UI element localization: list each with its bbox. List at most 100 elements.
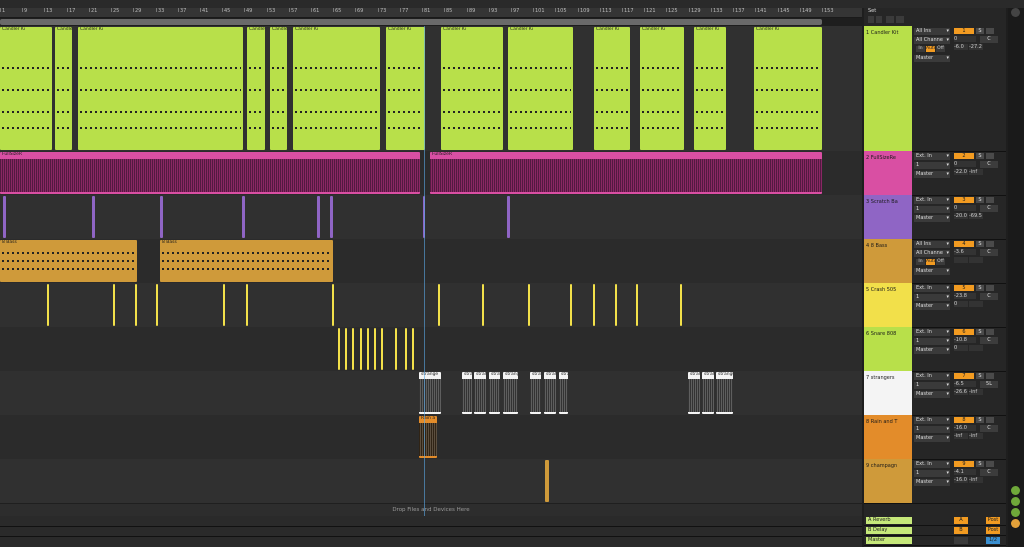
volume-secondary[interactable]: -16.0: [954, 477, 968, 483]
track-lane-2[interactable]: FullSizeR FullSizeR: [0, 151, 862, 196]
track-header-5[interactable]: 5 Crash 505 Ext. In 1 Master 5S-23.8 C 0: [864, 283, 1006, 328]
timeline-ruler[interactable]: 1 9 13 17 21 25 29 33 37 41 45 49 53 57 61 65 69 73 77 81 85…: [0, 8, 862, 18]
set-button-3[interactable]: [886, 16, 894, 23]
clip[interactable]: Candler Ki: [694, 27, 726, 150]
clip[interactable]: FullSizeR: [430, 152, 822, 194]
output-select[interactable]: Master: [914, 215, 950, 222]
clip[interactable]: [360, 328, 362, 370]
volume-value[interactable]: 0: [954, 205, 976, 211]
input-type-select[interactable]: Ext. In: [914, 153, 950, 160]
clip[interactable]: 8 Bass: [0, 240, 137, 282]
toggle-icon-1[interactable]: [1011, 486, 1020, 495]
clip[interactable]: [47, 284, 49, 326]
volume-secondary[interactable]: -22.0: [954, 169, 968, 175]
clip[interactable]: strange: [559, 372, 568, 414]
track-name-box[interactable]: 4 8 Bass: [864, 239, 912, 283]
track-name-box[interactable]: 9 champagn: [864, 459, 912, 503]
clip[interactable]: [680, 284, 682, 326]
arm-button[interactable]: [986, 329, 994, 335]
arm-button[interactable]: [986, 241, 994, 247]
clip[interactable]: Candler Ki: [293, 27, 380, 150]
return-post-button[interactable]: Post: [986, 517, 1000, 524]
clip[interactable]: Candler Ki: [594, 27, 630, 150]
track-activator[interactable]: 5: [954, 285, 974, 291]
clip[interactable]: Rain a: [419, 416, 437, 458]
solo-button[interactable]: S: [976, 417, 984, 423]
pan-knob[interactable]: 5L: [980, 381, 998, 388]
track-lane-7[interactable]: strange strange strange strange strange stran…: [0, 371, 862, 416]
track-name-box[interactable]: 1 Candler Kit: [864, 26, 912, 151]
input-channel-select[interactable]: 1: [914, 294, 950, 301]
arm-button[interactable]: [986, 461, 994, 467]
clip[interactable]: [374, 328, 376, 370]
clip[interactable]: [330, 196, 333, 238]
clip[interactable]: Candler Ki: [640, 27, 684, 150]
track-activator[interactable]: 8: [954, 417, 974, 423]
clip[interactable]: Candler Ki: [754, 27, 822, 150]
input-type-select[interactable]: All Ins: [914, 28, 950, 35]
input-type-select[interactable]: Ext. In: [914, 461, 950, 468]
track-lane-1[interactable]: Candler Ki Candler Ki Candler Ki Candler Ki…: [0, 26, 862, 152]
clip[interactable]: [405, 328, 407, 370]
pan-knob[interactable]: C: [980, 36, 998, 43]
clip[interactable]: strange: [462, 372, 472, 414]
playhead[interactable]: [424, 26, 425, 516]
volume-value[interactable]: -3.6: [954, 249, 976, 255]
monitor-off-button[interactable]: Off: [936, 259, 945, 265]
clip[interactable]: strange: [702, 372, 714, 414]
solo-button[interactable]: S: [976, 285, 984, 291]
track-activator[interactable]: 9: [954, 461, 974, 467]
clip[interactable]: Candler Ki: [78, 27, 243, 150]
input-type-select[interactable]: Ext. In: [914, 285, 950, 292]
clip[interactable]: [367, 328, 369, 370]
track-lane-6[interactable]: [0, 327, 862, 372]
clip[interactable]: [113, 284, 115, 326]
output-select[interactable]: Master: [914, 347, 950, 354]
pan-knob[interactable]: C: [980, 469, 998, 476]
input-channel-select[interactable]: 1: [914, 206, 950, 213]
track-activator[interactable]: 4: [954, 241, 974, 247]
output-select[interactable]: Master: [914, 303, 950, 310]
clip[interactable]: strange: [716, 372, 733, 414]
solo-button[interactable]: S: [976, 373, 984, 379]
clip[interactable]: [528, 284, 530, 326]
volume-secondary[interactable]: 0: [954, 345, 968, 351]
track-activator[interactable]: 6: [954, 329, 974, 335]
track-header-4[interactable]: 4 8 Bass All Ins All Channe Master 4S-3.6 C In…: [864, 239, 1006, 284]
track-lane-3[interactable]: [0, 195, 862, 240]
solo-button[interactable]: S: [976, 153, 984, 159]
track-header-7[interactable]: 7 strangers Ext. In 1 Master 7S-6.5 5L -26.6-i…: [864, 371, 1006, 416]
clip[interactable]: [223, 284, 225, 326]
clip[interactable]: Candler Ki: [508, 27, 573, 150]
return-letter[interactable]: A: [954, 517, 968, 524]
clip[interactable]: [246, 284, 248, 326]
set-button-2[interactable]: [876, 16, 882, 23]
clip[interactable]: [332, 284, 334, 326]
clip[interactable]: [352, 328, 354, 370]
clip[interactable]: [438, 284, 440, 326]
input-type-select[interactable]: Ext. In: [914, 197, 950, 204]
solo-button[interactable]: S: [976, 28, 984, 34]
clip[interactable]: [338, 328, 340, 370]
monitor-auto-button[interactable]: Auto: [926, 259, 936, 265]
clip[interactable]: [242, 196, 245, 238]
return-post-button[interactable]: Post: [986, 527, 1000, 534]
arm-button[interactable]: [986, 417, 994, 423]
pan-knob[interactable]: C: [980, 161, 998, 168]
arrangement-scrollbar[interactable]: [0, 19, 822, 25]
volume-secondary[interactable]: -26.6: [954, 389, 968, 395]
input-channel-select[interactable]: 1: [914, 470, 950, 477]
track-activator[interactable]: 3: [954, 197, 974, 203]
track-header-3[interactable]: 3 Scratch Ba Ext. In 1 Master 3S0C -20.0-69.5: [864, 195, 1006, 240]
clip[interactable]: strange: [503, 372, 518, 414]
clip[interactable]: [92, 196, 95, 238]
clip[interactable]: [156, 284, 158, 326]
toggle-icon-4[interactable]: [1011, 519, 1020, 528]
output-select[interactable]: Master: [914, 479, 950, 486]
return-track[interactable]: Master 1/2: [864, 536, 1006, 546]
clip[interactable]: [412, 328, 414, 370]
clip[interactable]: [3, 196, 6, 238]
clip[interactable]: [636, 284, 638, 326]
input-type-select[interactable]: Ext. In: [914, 329, 950, 336]
track-name-box[interactable]: 5 Crash 505: [864, 283, 912, 327]
